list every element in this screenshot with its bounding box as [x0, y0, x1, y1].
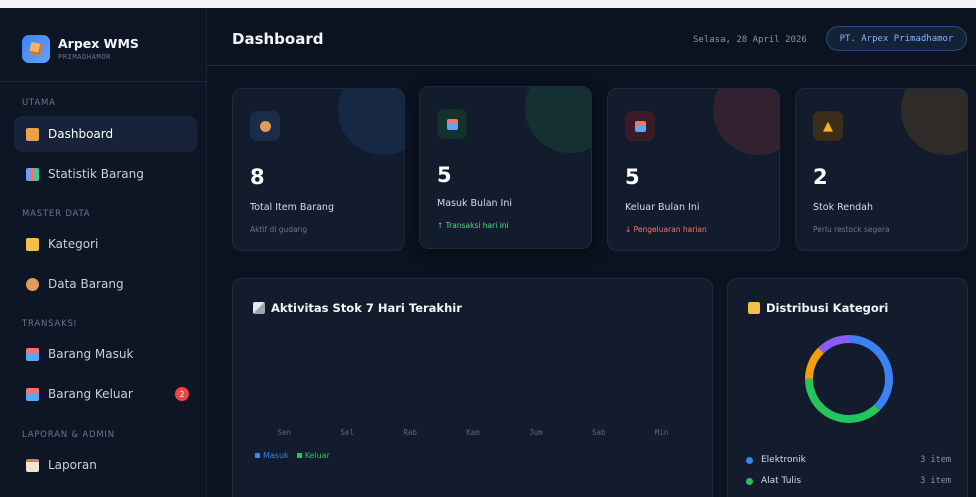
- folder-icon: [748, 302, 760, 314]
- sidebar-item-barang-keluar[interactable]: Barang Keluar 2: [14, 376, 197, 412]
- stat-value: 2: [813, 165, 828, 189]
- stat-subtext: ↑ Transaksi hari ini: [437, 221, 509, 230]
- legend-swatch: [255, 453, 260, 458]
- sidebar-item-data-barang[interactable]: Data Barang: [14, 266, 197, 302]
- category-name: Elektronik: [761, 455, 806, 465]
- legend-label: Keluar: [304, 451, 330, 460]
- card-decoration: [338, 89, 404, 155]
- sidebar-item-laporan[interactable]: Laporan: [14, 447, 197, 483]
- window-top-edge: [0, 0, 976, 8]
- legend-item-masuk[interactable]: Masuk: [255, 451, 289, 460]
- day-label: Sen: [277, 428, 292, 437]
- day-label: Sab: [591, 428, 606, 437]
- legend-swatch: [296, 453, 302, 458]
- sidebar-item-label: Statistik Barang: [48, 167, 144, 181]
- stat-label: Keluar Bulan Ini: [625, 202, 700, 213]
- sidebar-item-statistik-barang[interactable]: Statistik Barang: [14, 156, 197, 192]
- activity-legend: Masuk Keluar: [255, 451, 330, 460]
- day-axis: Sen Sel Rab Kam Jum Sab Min: [253, 428, 693, 437]
- warning-icon: ▲: [813, 111, 843, 141]
- section-master-data: MASTER DATA: [22, 209, 91, 219]
- stat-label: Masuk Bulan Ini: [437, 198, 513, 209]
- stat-card-keluar[interactable]: 5 Keluar Bulan Ini ↓ Pengeluaran harian: [607, 88, 780, 251]
- stat-value: 8: [250, 165, 265, 189]
- day-label: Min: [654, 428, 669, 437]
- category-name: Alat Tulis: [761, 476, 802, 486]
- section-utama: UTAMA: [22, 98, 56, 108]
- notification-badge: 2: [175, 387, 189, 401]
- current-date: Selasa, 28 April 2026: [693, 35, 807, 45]
- day-label: Sel: [340, 428, 355, 437]
- stat-subtext: Perlu restock segera: [813, 225, 890, 234]
- sidebar-item-kategori[interactable]: Kategori: [14, 226, 197, 262]
- category-dot: [746, 477, 753, 485]
- category-donut-chart[interactable]: [803, 333, 895, 425]
- sidebar-item-barang-masuk[interactable]: Barang Masuk: [14, 336, 197, 372]
- page-title: Dashboard: [232, 30, 324, 48]
- day-label: Kam: [466, 428, 480, 437]
- activity-panel: Aktivitas Stok 7 Hari Terakhir Sen Sel R…: [232, 278, 713, 497]
- distribution-title: Distribusi Kategori: [748, 301, 888, 315]
- distribution-panel: Distribusi Kategori Elektronik 3 item Al…: [727, 278, 968, 497]
- brand-subtitle: PRIMADHAMOR: [58, 53, 111, 61]
- sidebar-item-label: Laporan: [48, 458, 97, 472]
- card-decoration: [525, 87, 591, 153]
- day-label: Rab: [403, 428, 417, 437]
- activity-title: Aktivitas Stok 7 Hari Terakhir: [253, 301, 462, 315]
- house-icon: [26, 127, 39, 141]
- stat-card-masuk[interactable]: 5 Masuk Bulan Ini ↑ Transaksi hari ini: [419, 86, 592, 249]
- sidebar-item-label: Barang Keluar: [48, 387, 133, 401]
- stat-subtext: ↓ Pengeluaran harian: [625, 225, 707, 234]
- category-dot: [746, 456, 753, 464]
- chart-trend-icon: [253, 302, 265, 314]
- category-row-elektronik[interactable]: Elektronik 3 item: [746, 455, 951, 465]
- section-transaksi: TRANSAKSI: [22, 319, 77, 329]
- sidebar: Arpex WMS PRIMADHAMOR UTAMA Dashboard St…: [0, 0, 207, 497]
- sidebar-item-dashboard[interactable]: Dashboard: [14, 116, 197, 152]
- sidebar-item-label: Dashboard: [48, 127, 114, 141]
- card-decoration: [713, 89, 779, 155]
- stat-subtext: Aktif di gudang: [250, 225, 308, 234]
- clipboard-icon: [26, 458, 39, 472]
- stat-label: Stok Rendah: [813, 202, 874, 213]
- inbox-out-icon: [26, 387, 39, 401]
- box-icon: [250, 111, 280, 141]
- inbox-in-icon: [26, 347, 39, 361]
- stat-card-total-item[interactable]: 8 Total Item Barang Aktif di gudang: [232, 88, 405, 251]
- inbox-in-icon: [437, 109, 467, 139]
- legend-label: Masuk: [263, 451, 289, 460]
- distribution-title-text: Distribusi Kategori: [766, 301, 889, 315]
- stat-card-stok-rendah[interactable]: ▲ 2 Stok Rendah Perlu restock segera: [795, 88, 968, 251]
- brand-name: Arpex WMS: [58, 36, 139, 51]
- stat-label: Total Item Barang: [250, 202, 334, 213]
- activity-title-text: Aktivitas Stok 7 Hari Terakhir: [271, 301, 462, 315]
- folder-icon: [26, 237, 39, 251]
- brand: Arpex WMS PRIMADHAMOR: [0, 8, 207, 82]
- sidebar-item-label: Barang Masuk: [48, 347, 134, 361]
- box-logo-icon: [22, 35, 50, 63]
- company-badge[interactable]: PT. Arpex Primadhamor: [826, 26, 967, 51]
- category-count: 3 item: [920, 476, 951, 486]
- sidebar-item-label: Kategori: [48, 237, 99, 251]
- section-laporan-admin: LAPORAN & ADMIN: [22, 430, 115, 440]
- box-icon: [26, 277, 39, 291]
- card-decoration: [901, 89, 967, 155]
- inbox-out-icon: [625, 111, 655, 141]
- day-label: Jum: [529, 428, 543, 437]
- category-row-alat-tulis[interactable]: Alat Tulis 3 item: [746, 476, 951, 486]
- sidebar-item-label: Data Barang: [48, 277, 124, 291]
- stat-value: 5: [625, 165, 640, 189]
- bar-chart-icon: [26, 167, 39, 181]
- category-count: 3 item: [920, 455, 951, 465]
- stat-value: 5: [437, 163, 452, 187]
- legend-item-keluar[interactable]: Keluar: [296, 451, 330, 460]
- header: Dashboard Selasa, 28 April 2026 PT. Arpe…: [207, 8, 976, 66]
